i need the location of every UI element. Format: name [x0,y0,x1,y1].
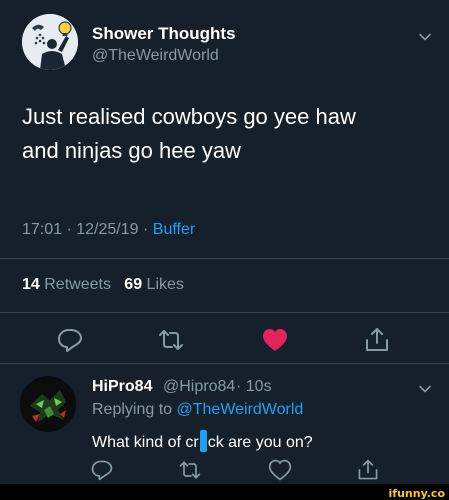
avatar[interactable] [20,376,76,432]
tweet-header: Shower Thoughts @TheWeirdWorld [22,14,432,78]
display-name[interactable]: Shower Thoughts [92,24,236,44]
divider [0,312,449,313]
chevron-down-icon[interactable] [418,382,432,396]
replying-prefix: Replying to [92,401,177,418]
reply-display-name[interactable]: HiPro84 [92,378,152,396]
watermark: ifunny.co [388,487,445,500]
reply-text-after: ck are you on? [207,434,313,451]
divider [0,258,449,259]
retweet-icon[interactable] [157,326,185,354]
chevron-down-icon[interactable] [418,30,432,44]
tweet-stats: 14 Retweets 69 Likes [22,276,184,294]
retweets-label: Retweets [44,276,111,293]
user-handle[interactable]: @TheWeirdWorld [92,47,219,65]
tweet-text-line-1: Just realised cowboys go yee haw [22,104,356,129]
reply-action-bar [0,458,449,486]
reply-tweet[interactable]: HiPro84 @Hipro84 · 10s Replying to @TheW… [0,368,449,481]
reply-text-before: What kind of cr [92,434,199,451]
tweet-text: Just realised cowboys go yee haw and nin… [22,100,432,168]
heart-outline-icon[interactable] [268,458,292,482]
divider [0,363,449,364]
heart-icon[interactable] [261,326,289,354]
reply-icon[interactable] [90,458,114,482]
retweet-icon[interactable] [178,458,202,482]
tweet-timestamp: 17:01 · 12/25/19 · Buffer [22,221,195,239]
likes-stat[interactable]: 69 Likes [124,276,184,293]
replying-to: Replying to @TheWeirdWorld [92,401,303,419]
likes-count: 69 [124,276,143,293]
reply-text: What kind of cr ck are you on? [92,430,313,452]
timestamp-text[interactable]: 17:01 · 12/25/19 · [22,221,153,238]
tweet-action-bar [0,320,449,360]
retweets-stat[interactable]: 14 Retweets [22,276,111,293]
likes-label: Likes [146,276,184,293]
share-icon[interactable] [356,458,380,482]
replying-to-link[interactable]: @TheWeirdWorld [177,401,304,418]
share-icon[interactable] [363,326,391,354]
tweet-source[interactable]: Buffer [153,221,195,238]
reply-icon[interactable] [56,326,84,354]
avatar[interactable] [22,14,78,70]
reply-handle[interactable]: @Hipro84 [163,378,235,396]
retweets-count: 14 [22,276,40,293]
watermark-bar [0,484,449,500]
reply-time: · 10s [236,378,272,395]
text-cursor [199,430,207,452]
tweet-text-line-2: and ninjas go hee yaw [22,138,241,163]
